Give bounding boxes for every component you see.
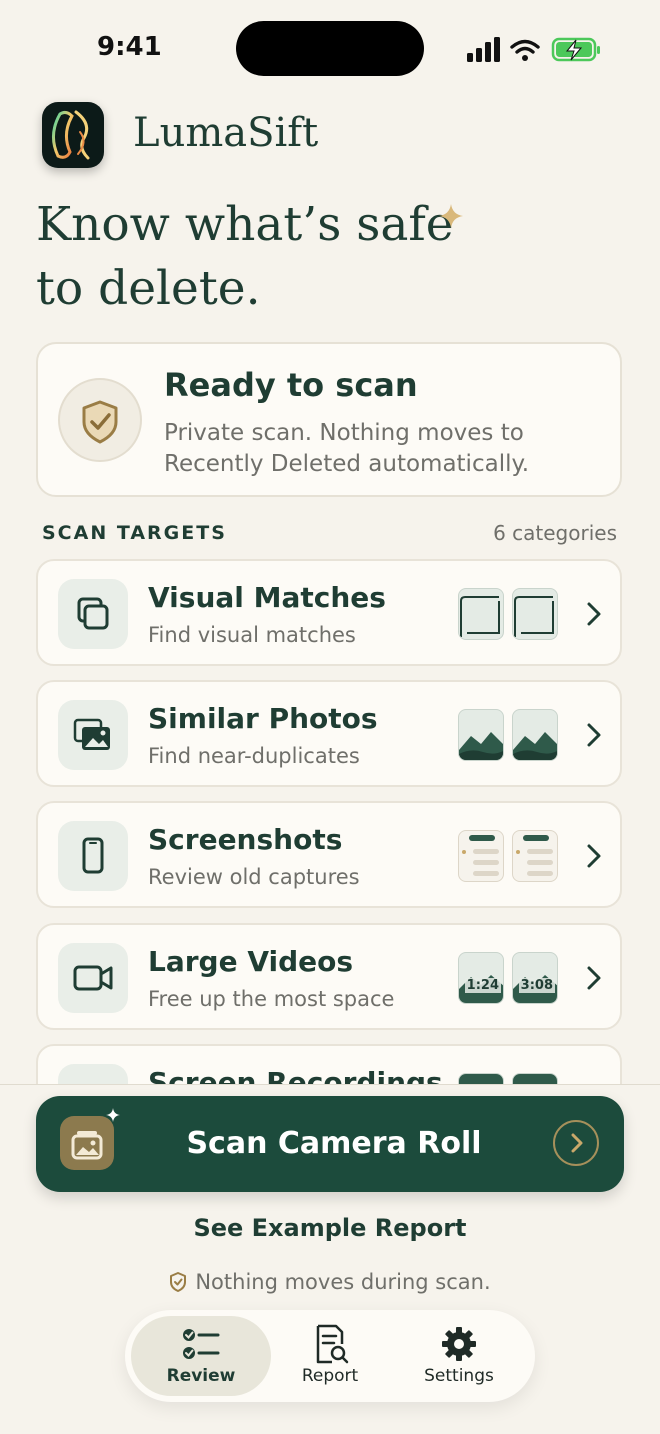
tab-label: Report [301, 1366, 359, 1386]
card-subtitle: Free up the most space [148, 987, 395, 1011]
headline-line-1: Know what’s safe [36, 197, 454, 252]
card-title: Screen Recordings [148, 1066, 443, 1084]
card-subtitle: Review old captures [148, 865, 360, 889]
tab-review[interactable]: Review [131, 1316, 271, 1396]
photos-icon [58, 700, 128, 770]
cta-label: Scan Camera Roll [186, 1126, 482, 1161]
ready-card: Ready to scan Private scan. Nothing move… [36, 342, 622, 497]
cellular-signal-icon [467, 37, 500, 62]
dynamic-island [236, 21, 424, 76]
divider [0, 1084, 660, 1085]
scan-target-list[interactable]: Visual Matches Find visual matches Simil… [0, 556, 660, 1084]
phone-icon [58, 821, 128, 891]
app-name: LumaSift [133, 110, 319, 156]
ready-title: Ready to scan [164, 366, 418, 404]
video-thumbnail: 3:08 [512, 952, 558, 1004]
checklist-icon [183, 1329, 220, 1359]
preview-thumbnail [512, 830, 558, 882]
tab-settings[interactable]: Settings [389, 1316, 529, 1396]
chevron-right-icon [587, 966, 601, 990]
shield-check-icon [170, 1272, 187, 1292]
tab-report[interactable]: Report [260, 1316, 400, 1396]
page-title: Know what’s safe to delete. [36, 193, 454, 321]
preview-thumbnail [512, 588, 558, 640]
battery-icon [551, 37, 600, 62]
card-title: Visual Matches [148, 581, 386, 614]
app-logo-icon [42, 102, 104, 168]
card-subtitle: Find near-duplicates [148, 744, 360, 768]
preview-thumbnail [458, 830, 504, 882]
preview-thumbnail [512, 709, 558, 761]
report-search-icon [316, 1324, 349, 1364]
tab-bar: Review Report Settings [125, 1310, 535, 1402]
chevron-right-icon [587, 602, 601, 626]
scan-target-similar-photos[interactable]: Similar Photos Find near-duplicates [36, 680, 622, 787]
scan-camera-roll-button[interactable]: Scan Camera Roll [36, 1096, 624, 1192]
preview-thumbnail [458, 588, 504, 640]
section-title: SCAN TARGETS [42, 522, 227, 544]
card-title: Similar Photos [148, 702, 378, 735]
record-icon [58, 1064, 128, 1084]
scan-target-screenshots[interactable]: Screenshots Review old captures [36, 801, 622, 908]
ready-subtitle: Private scan. Nothing moves to Recently … [164, 420, 530, 477]
privacy-note-text: Nothing moves during scan. [195, 1270, 491, 1294]
tab-label: Settings [424, 1366, 494, 1386]
chevron-right-icon [553, 1120, 599, 1166]
sparkle-icon [106, 1108, 120, 1122]
video-thumbnail: 1:24 [458, 952, 504, 1004]
shield-check-icon [58, 378, 142, 462]
privacy-note: Nothing moves during scan. [0, 1270, 660, 1294]
chevron-right-icon [587, 844, 601, 868]
card-subtitle: Find visual matches [148, 623, 356, 647]
see-example-report-link[interactable]: See Example Report [0, 1214, 660, 1242]
preview-thumbnail [458, 1073, 504, 1084]
tab-label: Review [166, 1366, 236, 1386]
sparkle-icon [439, 204, 463, 228]
gear-icon [442, 1327, 476, 1361]
preview-thumbnail [458, 709, 504, 761]
card-title: Large Videos [148, 945, 354, 978]
category-count: 6 categories [493, 521, 617, 545]
video-duration: 3:08 [518, 978, 555, 993]
preview-thumbnail [512, 1073, 558, 1084]
brand-header: LumaSift [42, 102, 442, 168]
status-bar: 9:41 [0, 0, 660, 96]
copy-icon [58, 579, 128, 649]
scan-target-large-videos[interactable]: Large Videos Free up the most space 1:24… [36, 923, 622, 1030]
wifi-icon [510, 39, 540, 61]
status-icons [467, 37, 600, 62]
video-camera-icon [58, 943, 128, 1013]
scan-target-visual-matches[interactable]: Visual Matches Find visual matches [36, 559, 622, 666]
card-title: Screenshots [148, 823, 343, 856]
headline-line-2: to delete. [36, 261, 261, 316]
chevron-right-icon [587, 723, 601, 747]
video-duration: 1:24 [464, 978, 501, 993]
status-time: 9:41 [97, 32, 162, 62]
scan-target-screen-recordings[interactable]: Screen Recordings [36, 1044, 622, 1084]
